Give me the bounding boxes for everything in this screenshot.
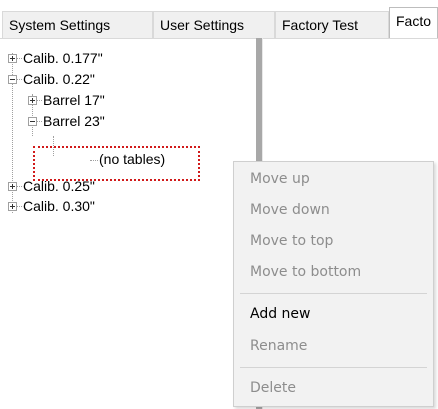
tab-user-settings[interactable]: User Settings	[153, 11, 275, 38]
menu-item-label: Rename	[250, 338, 308, 354]
tree-node-label: Barrel 23"	[43, 113, 105, 129]
menu-separator	[240, 367, 427, 368]
tab-label: Facto	[396, 13, 432, 29]
tab-factory-overflow[interactable]: Facto	[389, 7, 438, 39]
tree-node-label: Barrel 17"	[43, 92, 105, 108]
collapse-minus-icon[interactable]	[8, 75, 17, 84]
tab-system-settings[interactable]: System Settings	[2, 11, 153, 38]
menu-item-move-down[interactable]: Move down	[235, 195, 432, 225]
expand-plus-icon[interactable]	[8, 182, 17, 191]
expand-plus-icon[interactable]	[28, 96, 37, 105]
tab-strip: System Settings User Settings Factory Te…	[0, 0, 438, 39]
expand-plus-icon[interactable]	[8, 54, 17, 63]
calibration-tree[interactable]: Calib. 0.177" Calib. 0.22" Barrel 17" Ba…	[0, 38, 256, 409]
tree-node-calib-030[interactable]: Calib. 0.30"	[0, 196, 200, 216]
menu-item-label: Delete	[250, 380, 296, 396]
menu-item-move-up[interactable]: Move up	[235, 164, 432, 194]
tab-factory-test[interactable]: Factory Test	[275, 11, 389, 38]
menu-item-label: Move to top	[250, 233, 334, 249]
tab-label: Factory Test	[282, 17, 358, 33]
expand-plus-icon[interactable]	[8, 202, 17, 211]
tree-node-label: Calib. 0.22"	[23, 71, 95, 87]
menu-item-label: Move down	[250, 202, 330, 218]
tree-node-barrel-23[interactable]: Barrel 23"	[0, 111, 200, 131]
selection-highlight-annotation	[33, 146, 200, 181]
tree-node-label: Calib. 0.177"	[23, 50, 103, 66]
tab-label: User Settings	[160, 17, 245, 33]
tree-node-label: Calib. 0.30"	[23, 198, 95, 214]
menu-item-delete[interactable]: Delete	[235, 373, 432, 403]
menu-item-move-to-bottom[interactable]: Move to bottom	[235, 257, 432, 287]
tree-node-barrel-17[interactable]: Barrel 17"	[0, 90, 200, 110]
menu-item-add-new[interactable]: Add new	[235, 299, 432, 329]
menu-item-label: Move up	[250, 171, 310, 187]
tree-node-calib-0177[interactable]: Calib. 0.177"	[0, 48, 200, 68]
tab-label: System Settings	[9, 17, 111, 33]
context-menu: Move up Move down Move to top Move to bo…	[233, 161, 434, 407]
menu-item-rename[interactable]: Rename	[235, 331, 432, 361]
menu-item-label: Add new	[250, 306, 311, 322]
collapse-minus-icon[interactable]	[28, 117, 37, 126]
menu-item-move-to-top[interactable]: Move to top	[235, 226, 432, 256]
menu-item-label: Move to bottom	[250, 264, 362, 280]
menu-separator	[240, 293, 427, 294]
tree-node-calib-022[interactable]: Calib. 0.22"	[0, 69, 200, 89]
